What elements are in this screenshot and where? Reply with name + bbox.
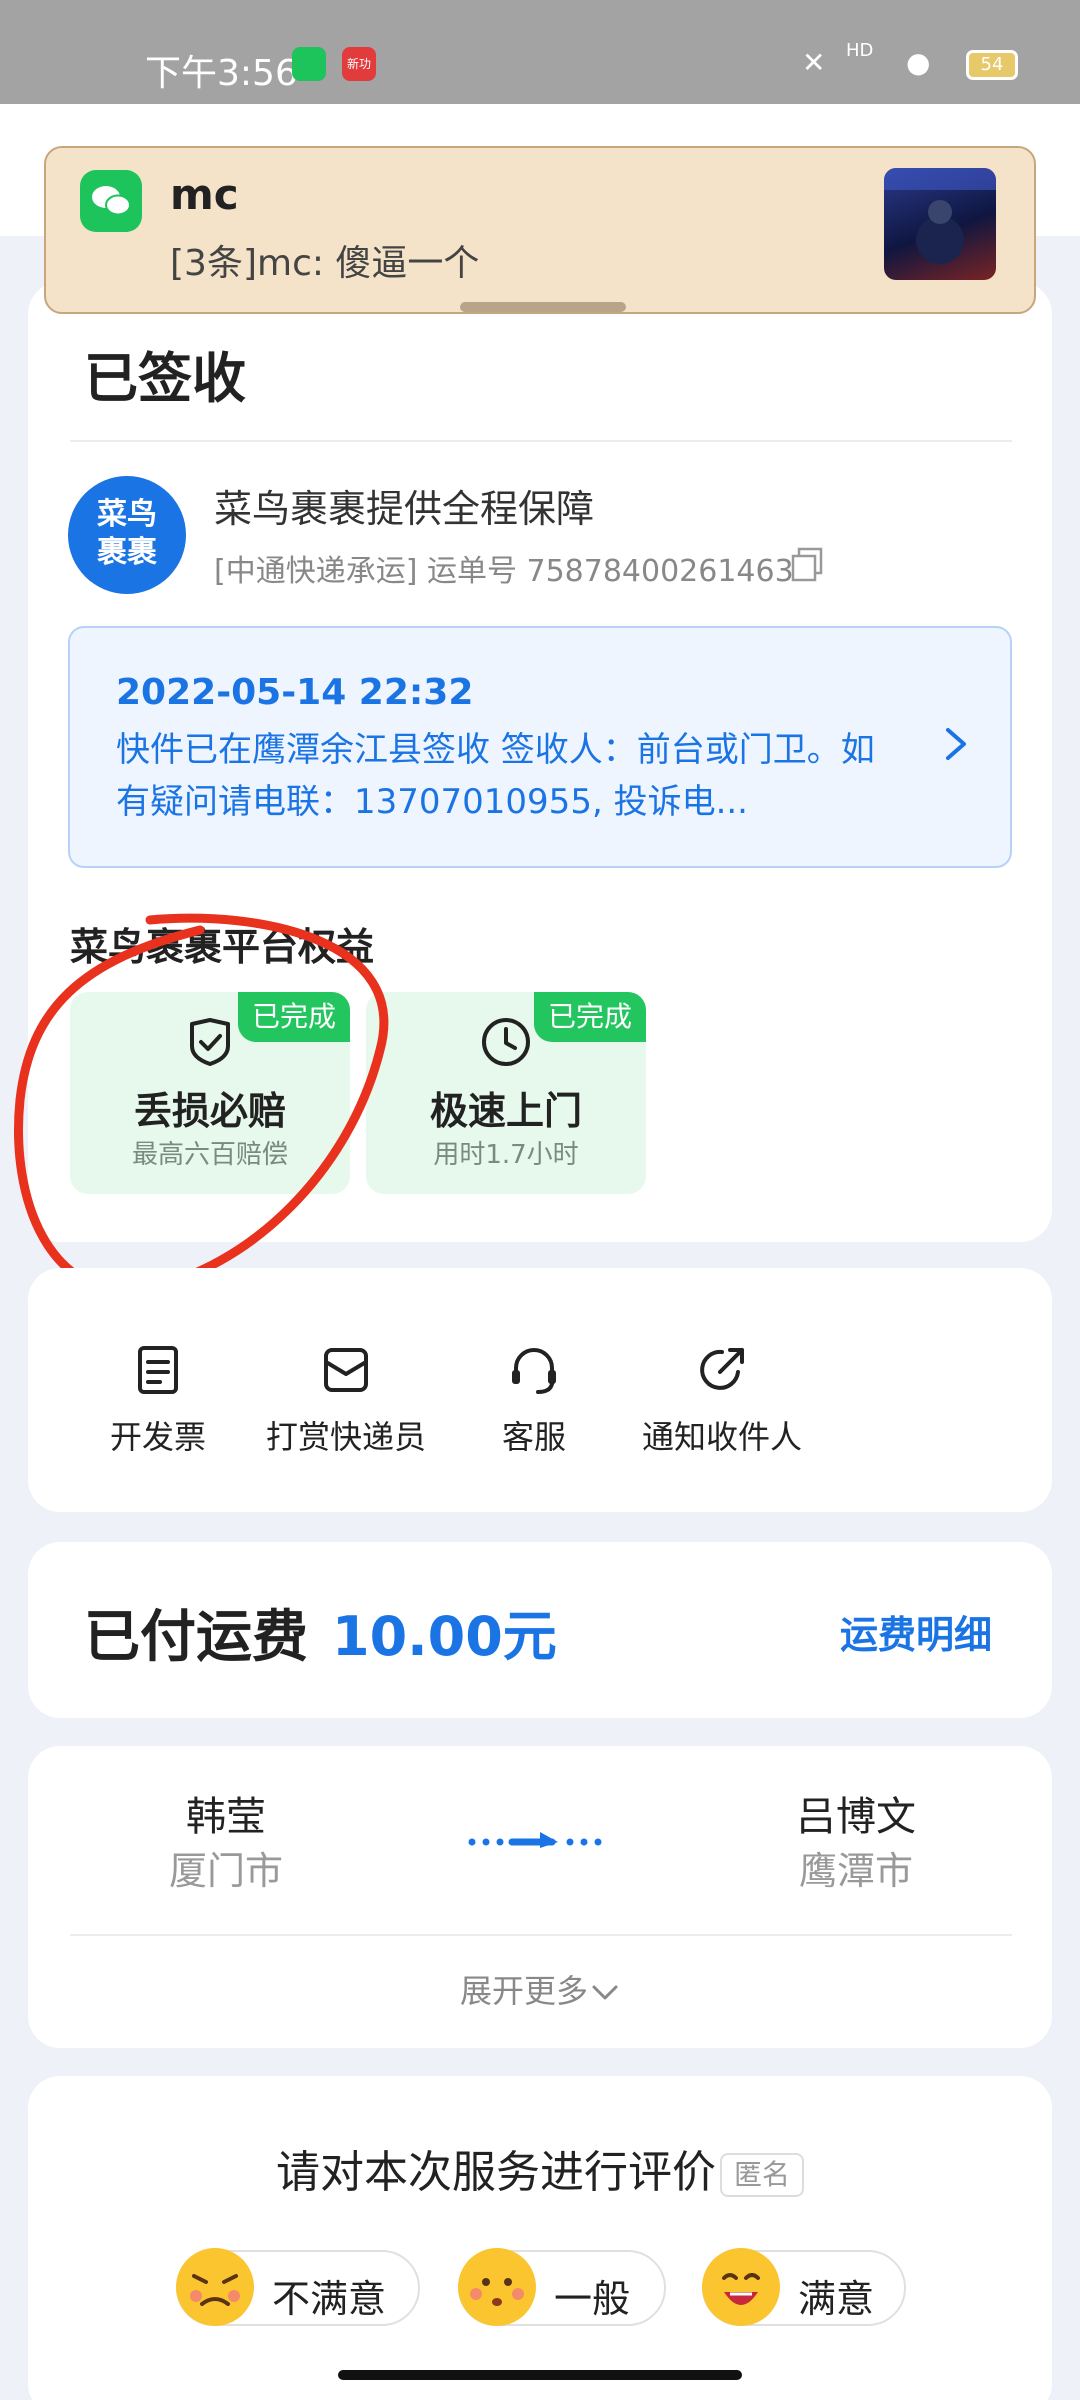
- expand-more-label: 展开更多: [459, 1972, 588, 2010]
- tracking-description: 快件已在鹰潭余江县签收 签收人：前台或门卫。如有疑问请电联：1370701095…: [116, 730, 875, 822]
- network-hd-label: HD: [846, 40, 874, 61]
- cainiao-logo: 菜鸟裹裹: [68, 476, 186, 594]
- rate-label: 满意: [798, 2277, 875, 2321]
- news-app-status-icon: 新功: [342, 47, 376, 81]
- sender-name: 韩莹: [186, 1794, 266, 1840]
- waybill-number: [中通快递承运] 运单号 75878400261463: [214, 554, 794, 589]
- notification-drag-handle[interactable]: [460, 302, 626, 312]
- notification-title: mc: [170, 170, 239, 219]
- neutral-face-icon: [458, 2248, 536, 2326]
- angry-face-icon: [176, 2248, 254, 2326]
- receiver-name: 吕博文: [796, 1794, 916, 1840]
- happy-face-icon: [702, 2248, 780, 2326]
- right-name: 丢损必赔: [133, 1089, 286, 1133]
- signal-icon: ●: [906, 46, 931, 79]
- paid-fee-label: 已付运费: [84, 1605, 308, 1670]
- right-name: 极速上门: [429, 1089, 582, 1133]
- customer-service-button[interactable]: 客服: [434, 1340, 634, 1458]
- fee-detail-link[interactable]: 运费明细: [840, 1604, 992, 1659]
- completed-badge: 已完成: [533, 992, 646, 1042]
- home-indicator[interactable]: [338, 2370, 742, 2380]
- shield-check-icon: [190, 1018, 230, 1066]
- platform-rights-title: 菜鸟裹裹平台权益: [70, 925, 375, 969]
- divider: [70, 440, 1012, 442]
- rating-title-row: 请对本次服务进行评价 匿名: [0, 2136, 1080, 2200]
- rate-unsatisfied-button[interactable]: 不满意: [176, 2248, 420, 2326]
- receiver-city: 鹰潭市: [798, 1849, 913, 1893]
- share-icon: [700, 1348, 744, 1390]
- notification-banner[interactable]: mc [3条]mc: 傻逼一个: [44, 146, 1036, 314]
- rate-label: 一般: [554, 2277, 631, 2321]
- mute-icon: ✕: [802, 46, 826, 79]
- rating-title: 请对本次服务进行评价: [275, 2147, 716, 2198]
- expand-more-button[interactable]: 展开更多: [0, 1966, 1080, 2012]
- tracking-time: 2022-05-14 22:32: [116, 672, 474, 713]
- rate-neutral-button[interactable]: 一般: [458, 2248, 666, 2326]
- right-tile-compensation[interactable]: 已完成 丢损必赔 最高六百赔偿: [70, 992, 350, 1194]
- anonymous-tag[interactable]: 匿名: [719, 2153, 804, 2197]
- tracking-latest[interactable]: 2022-05-14 22:32 快件已在鹰潭余江县签收 签收人：前台或门卫。如…: [68, 626, 1012, 868]
- tip-courier-icon: [324, 1348, 368, 1392]
- right-sub: 最高六百赔偿: [131, 1140, 288, 1170]
- right-sub: 用时1.7小时: [433, 1140, 579, 1170]
- action-label: 通知收件人: [641, 1418, 802, 1456]
- headset-icon: [512, 1348, 556, 1394]
- completed-badge: 已完成: [237, 992, 350, 1042]
- action-label: 开发票: [109, 1418, 206, 1456]
- rate-label: 不满意: [272, 2277, 387, 2321]
- battery-icon: 54: [966, 50, 1018, 80]
- status-time: 下午3:56: [145, 53, 298, 94]
- copy-icon[interactable]: [790, 546, 826, 582]
- wechat-icon: [80, 170, 142, 232]
- delivery-status-title: 已签收: [84, 347, 246, 410]
- action-label: 打赏快递员: [265, 1418, 426, 1456]
- divider: [70, 1934, 1012, 1936]
- action-label: 客服: [501, 1418, 566, 1456]
- route-arrow-icon: [468, 1832, 602, 1848]
- notification-avatar: [884, 168, 996, 280]
- invoice-icon: [138, 1346, 178, 1394]
- rating-card: [28, 2076, 1052, 2400]
- cainiao-logo-text: 菜鸟裹裹: [97, 497, 157, 570]
- invoice-button[interactable]: 开发票: [58, 1340, 258, 1458]
- right-tile-fast-pickup[interactable]: 已完成 极速上门 用时1.7小时: [366, 992, 646, 1194]
- rate-satisfied-button[interactable]: 满意: [702, 2248, 906, 2326]
- notify-recipient-button[interactable]: 通知收件人: [622, 1340, 822, 1458]
- guarantee-text: 菜鸟裹裹提供全程保障: [214, 487, 595, 531]
- notification-body: [3条]mc: 傻逼一个: [170, 243, 480, 284]
- tip-courier-button[interactable]: 打赏快递员: [246, 1340, 446, 1458]
- chevron-right-icon: [946, 728, 966, 760]
- paid-fee-value: 10.00元: [332, 1605, 557, 1668]
- wechat-status-icon: [292, 47, 326, 81]
- sender-city: 厦门市: [168, 1849, 283, 1893]
- clock-icon: [482, 1018, 530, 1066]
- chevron-down-icon: [592, 1985, 618, 2000]
